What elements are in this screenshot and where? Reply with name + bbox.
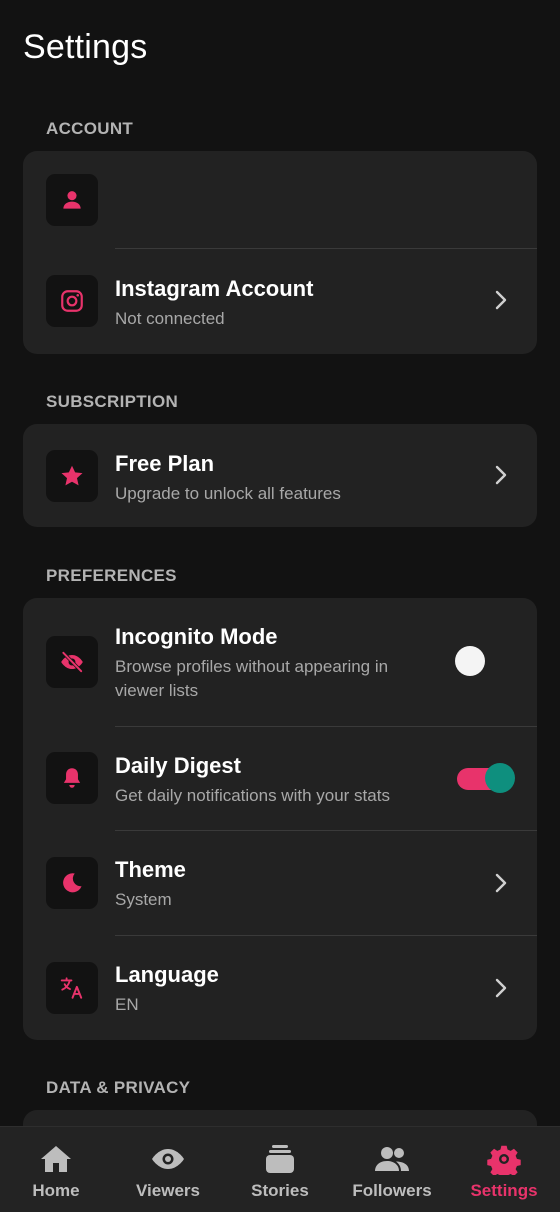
nav-label-settings: Settings (470, 1181, 538, 1200)
toggle-knob (455, 646, 485, 676)
subscription-card: Free Plan Upgrade to unlock all features (23, 424, 537, 527)
instagram-icon (46, 275, 98, 327)
followers-icon (375, 1147, 409, 1171)
daily-digest-subtitle: Get daily notifications with your stats (115, 786, 390, 805)
plan-title: Free Plan (115, 451, 215, 476)
person-icon (46, 174, 98, 226)
nav-item-stories[interactable]: Stories (224, 1127, 336, 1212)
nav-item-viewers[interactable]: Viewers (112, 1127, 224, 1212)
language-title: Language (115, 962, 219, 987)
chevron-right-icon (493, 872, 509, 894)
plan-subtitle: Upgrade to unlock all features (115, 484, 341, 503)
chevron-right-icon (493, 977, 509, 999)
chevron-right-icon (493, 289, 509, 311)
daily-digest-title: Daily Digest (115, 753, 241, 778)
section-header-preferences: PREFERENCES (46, 566, 177, 585)
nav-label-stories: Stories (251, 1181, 309, 1200)
daily-digest-toggle[interactable] (457, 763, 517, 795)
theme-value: System (115, 890, 172, 909)
instagram-account-row[interactable]: Instagram Account Not connected (23, 248, 537, 354)
gear-icon (487, 1145, 521, 1175)
moon-icon (46, 857, 98, 909)
section-header-account: ACCOUNT (46, 119, 134, 138)
language-row[interactable]: Language EN (23, 935, 537, 1040)
incognito-mode-row: Incognito Mode Browse profiles without a… (23, 598, 537, 726)
incognito-subtitle: Browse profiles without appearing in vie… (115, 657, 389, 700)
star-icon (46, 450, 98, 502)
instagram-account-title: Instagram Account (115, 276, 314, 301)
theme-row[interactable]: Theme System (23, 830, 537, 935)
nav-item-followers[interactable]: Followers (336, 1127, 448, 1212)
settings-screen: Settings ACCOUNT Instagram Account Not c… (0, 0, 560, 1212)
page-title: Settings (23, 28, 148, 66)
nav-item-home[interactable]: Home (0, 1127, 112, 1212)
theme-title: Theme (115, 857, 186, 882)
nav-label-followers: Followers (352, 1181, 432, 1200)
bell-icon (46, 752, 98, 804)
instagram-account-status: Not connected (115, 309, 225, 328)
preferences-card: Incognito Mode Browse profiles without a… (23, 598, 537, 1040)
section-header-subscription: SUBSCRIPTION (46, 392, 179, 411)
daily-digest-row: Daily Digest Get daily notifications wit… (23, 726, 537, 830)
nav-label-viewers: Viewers (136, 1181, 200, 1200)
nav-label-home: Home (32, 1181, 80, 1200)
language-value: EN (115, 995, 139, 1014)
bottom-nav: Home Viewers Stories Followers Settings (0, 1126, 560, 1212)
home-icon (41, 1146, 71, 1172)
eye-icon (152, 1149, 184, 1169)
incognito-toggle[interactable] (455, 646, 487, 678)
stories-icon (266, 1145, 294, 1173)
account-card: Instagram Account Not connected (23, 151, 537, 354)
section-header-data-privacy: DATA & PRIVACY (46, 1078, 191, 1097)
chevron-right-icon (493, 464, 509, 486)
toggle-knob (485, 763, 515, 793)
profile-row[interactable] (23, 151, 537, 248)
translate-icon (46, 962, 98, 1014)
eye-off-icon (46, 636, 98, 688)
nav-item-settings[interactable]: Settings (448, 1127, 560, 1212)
incognito-title: Incognito Mode (115, 624, 278, 649)
free-plan-row[interactable]: Free Plan Upgrade to unlock all features (23, 424, 537, 527)
